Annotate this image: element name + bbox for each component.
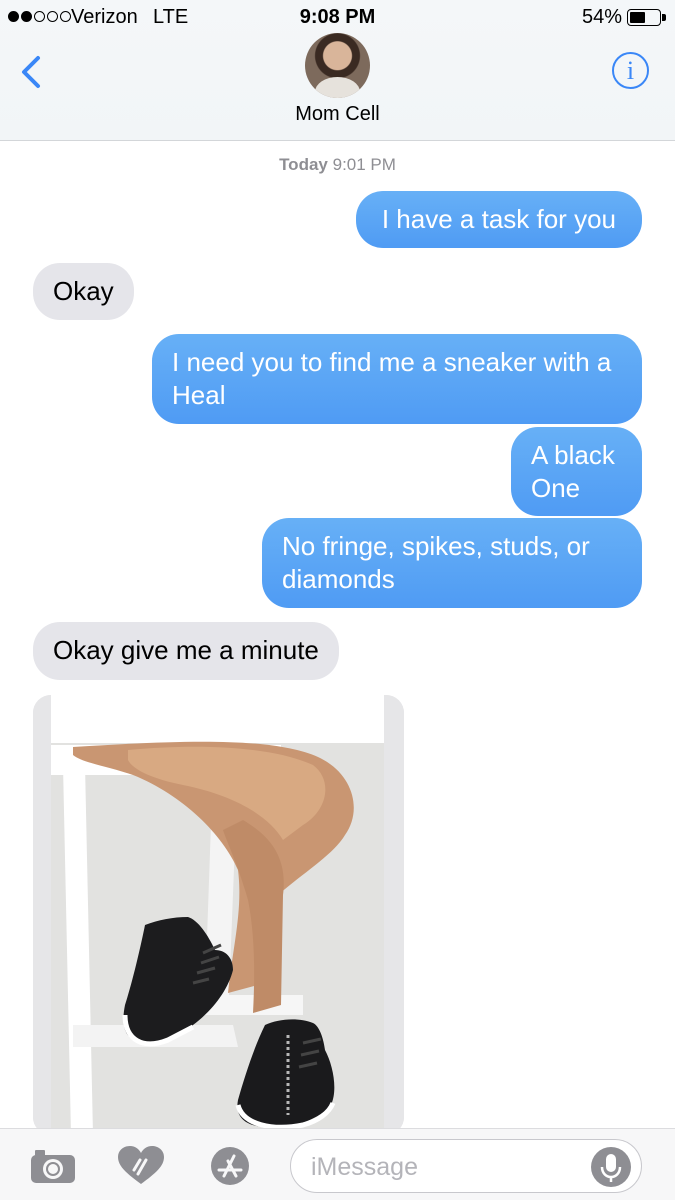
battery-tip [662, 14, 666, 21]
contact-avatar[interactable] [305, 33, 370, 98]
conversation-timestamp: Today 9:01 PM [0, 155, 675, 175]
status-bar: Verizon LTE 9:08 PM 54% [0, 0, 675, 36]
timestamp-day: Today [279, 155, 328, 174]
contact-name[interactable]: Mom Cell [0, 103, 675, 126]
camera-button[interactable] [28, 1146, 78, 1186]
image-attachment[interactable] [33, 695, 404, 1135]
message-bubble-incoming[interactable]: Okay [17, 263, 134, 321]
message-bubble-incoming[interactable]: Okay give me a minute [17, 622, 339, 681]
message-bubble-outgoing[interactable]: A black One [511, 427, 658, 517]
back-button[interactable] [14, 52, 54, 92]
timestamp-time: 9:01 PM [332, 155, 396, 174]
chevron-left-icon [22, 56, 40, 88]
compose-bar [0, 1128, 675, 1200]
message-bubble-outgoing[interactable]: I have a task for you [355, 191, 659, 249]
info-icon: i [626, 56, 635, 85]
message-input[interactable] [311, 1150, 581, 1184]
digital-touch-icon [118, 1146, 164, 1184]
info-button[interactable]: i [612, 52, 649, 89]
black-wedge-sneakers-photo [33, 695, 404, 1135]
app-store-button[interactable] [205, 1146, 255, 1186]
status-time: 9:08 PM [299, 6, 376, 28]
message-bubble-outgoing[interactable]: I need you to find me a sneaker with a H… [152, 334, 658, 425]
camera-icon [31, 1150, 75, 1183]
battery-percentage: 54% [581, 6, 622, 28]
microphone-button[interactable] [591, 1147, 631, 1187]
battery-icon [627, 9, 661, 26]
message-field[interactable] [290, 1139, 642, 1193]
microphone-icon [600, 1154, 622, 1182]
message-bubble-outgoing[interactable]: No fringe, spikes, studs, or diamonds [262, 518, 658, 609]
app-store-icon [211, 1147, 249, 1185]
conversation-header: Verizon LTE 9:08 PM 54% Mom Cell i [0, 0, 675, 141]
digital-touch-button[interactable] [116, 1146, 166, 1186]
